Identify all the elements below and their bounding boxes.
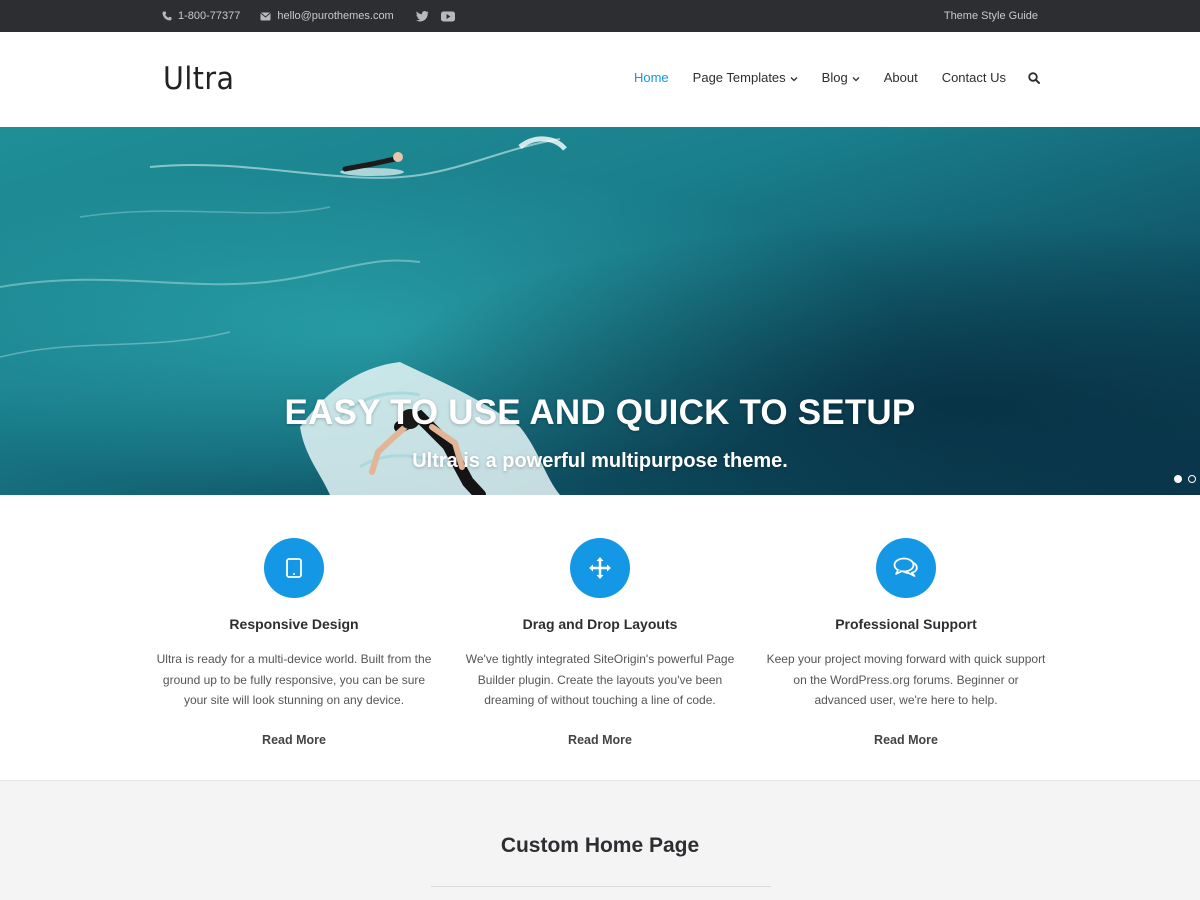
nav-item-blog[interactable]: Blog xyxy=(822,70,860,85)
feature-description: We've tightly integrated SiteOrigin's po… xyxy=(465,652,735,707)
feature-icon-circle xyxy=(264,538,324,598)
nav-item-about[interactable]: About xyxy=(884,70,918,85)
envelope-icon xyxy=(260,12,271,20)
nav-item-home[interactable]: Home xyxy=(634,70,669,85)
twitter-link[interactable] xyxy=(415,10,429,22)
section-heading: Custom Home Page xyxy=(500,834,700,857)
custom-home-section: Custom Home Page xyxy=(0,781,1200,900)
youtube-icon xyxy=(440,11,455,21)
nav-label: Blog xyxy=(821,70,848,85)
search-button[interactable] xyxy=(1028,71,1040,84)
slider-pagination xyxy=(1168,475,1196,483)
youtube-link[interactable] xyxy=(440,11,455,22)
main-navigation: Home Page Templates Blog About Contact U… xyxy=(610,70,1040,85)
slider-dot-2[interactable] xyxy=(1188,475,1196,483)
nav-label: Contact Us xyxy=(941,70,1006,85)
tablet-icon xyxy=(286,558,302,578)
move-arrows-icon xyxy=(589,557,611,579)
phone-icon xyxy=(162,11,172,21)
theme-style-guide-link[interactable]: Theme Style Guide xyxy=(944,10,1038,22)
nav-label: Page Templates xyxy=(692,70,786,85)
nav-label: Home xyxy=(633,70,669,85)
site-header: Ultra Home Page Templates Blog About Con… xyxy=(0,32,1200,127)
twitter-icon xyxy=(415,10,429,21)
feature-description: Ultra is ready for a multi-device world.… xyxy=(156,652,432,707)
read-more-link[interactable]: Read More xyxy=(154,733,434,747)
hero-slider: EASY TO USE AND QUICK TO SETUP Ultra is … xyxy=(0,127,1200,495)
phone-contact[interactable]: 1-800-77377 xyxy=(162,10,240,22)
feature-title: Responsive Design xyxy=(229,616,359,632)
hero-title: EASY TO USE AND QUICK TO SETUP xyxy=(284,393,916,432)
read-more-link[interactable]: Read More xyxy=(766,733,1046,747)
slider-dot-1[interactable] xyxy=(1174,475,1182,483)
phone-number: 1-800-77377 xyxy=(178,10,241,22)
hero-ocean-image xyxy=(0,127,1200,495)
search-icon xyxy=(1028,71,1040,84)
nav-label: About xyxy=(883,70,918,85)
feature-title: Professional Support xyxy=(835,616,977,632)
read-more-link[interactable]: Read More xyxy=(460,733,740,747)
hero-subtitle: Ultra is a powerful multipurpose theme. xyxy=(412,450,788,472)
chevron-down-icon xyxy=(852,77,860,82)
top-bar: 1-800-77377 hello@purothemes.com Theme S… xyxy=(0,0,1200,32)
feature-icon-circle xyxy=(876,538,936,598)
nav-item-page-templates[interactable]: Page Templates xyxy=(693,70,798,85)
section-divider xyxy=(431,886,771,887)
email-contact[interactable]: hello@purothemes.com xyxy=(260,10,394,22)
nav-item-contact-us[interactable]: Contact Us xyxy=(942,70,1006,85)
chevron-down-icon xyxy=(790,77,798,82)
feature-icon-circle xyxy=(570,538,630,598)
email-address: hello@purothemes.com xyxy=(277,10,394,22)
site-logo[interactable]: Ultra xyxy=(163,61,234,97)
feature-title: Drag and Drop Layouts xyxy=(522,616,678,632)
features-section: Responsive Design Ultra is ready for a m… xyxy=(0,495,1200,781)
chat-bubbles-icon xyxy=(893,557,918,577)
feature-description: Keep your project moving forward with qu… xyxy=(766,652,1046,707)
